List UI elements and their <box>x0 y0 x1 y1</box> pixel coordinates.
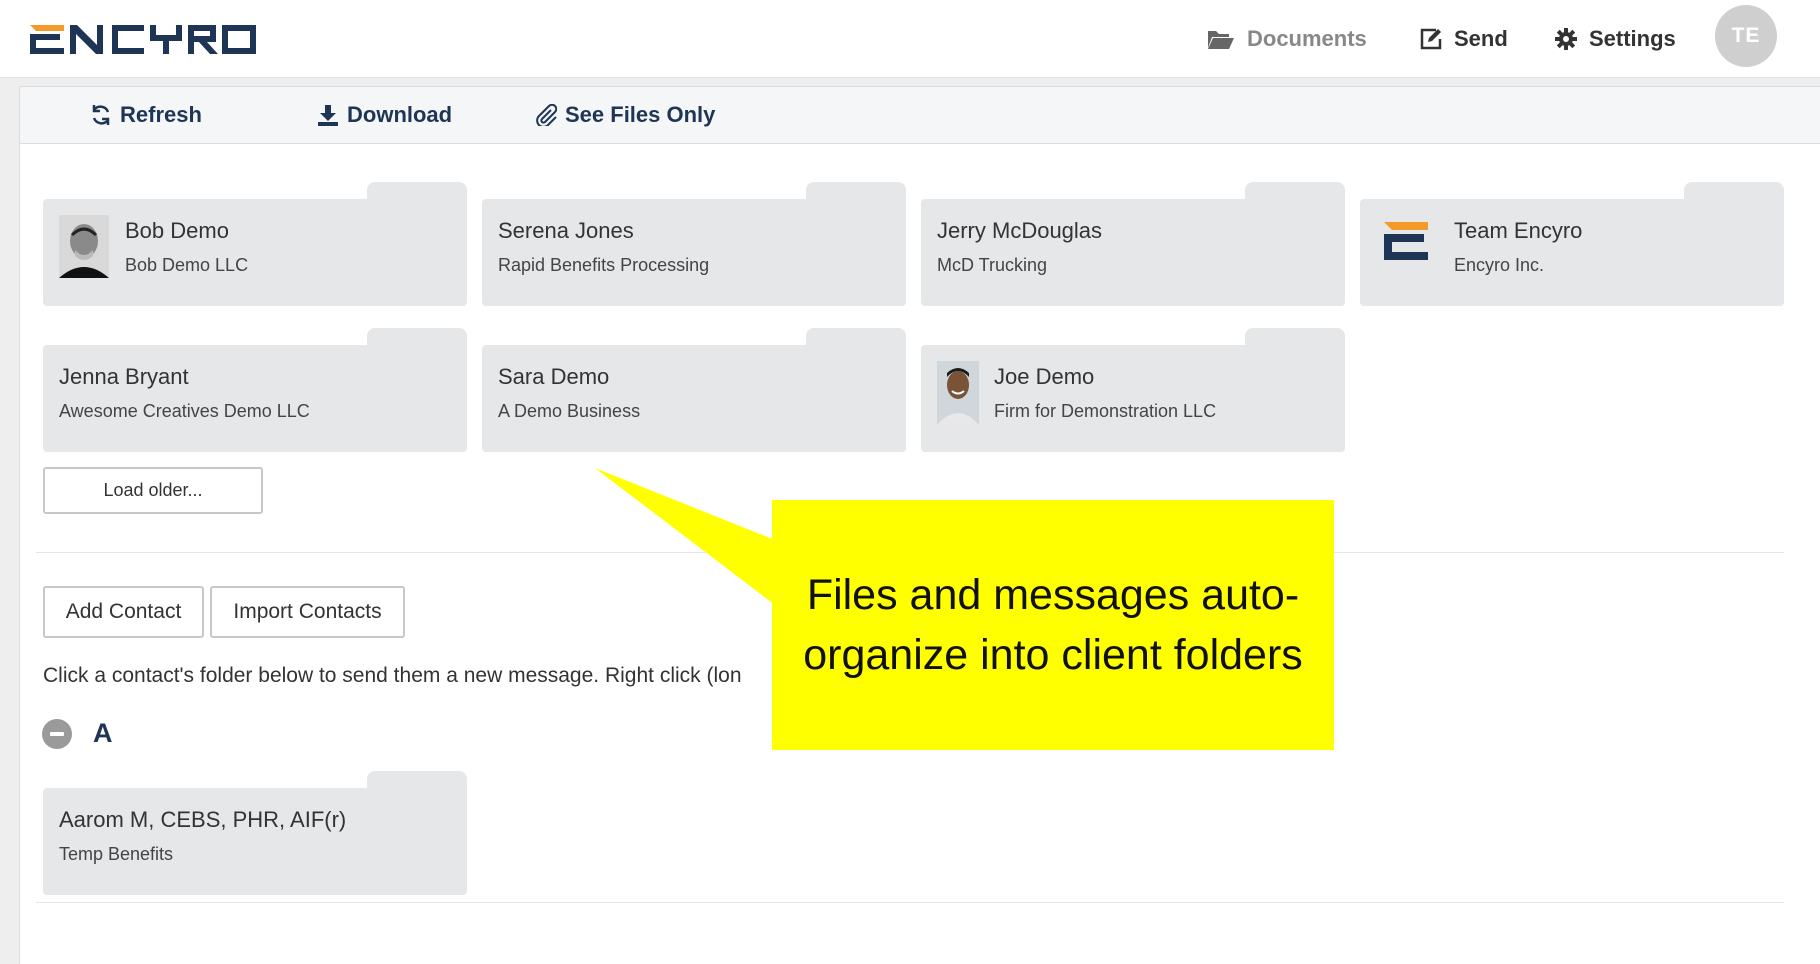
folder-name: Aarom M, CEBS, PHR, AIF(r) <box>59 807 347 832</box>
refresh-icon <box>92 105 110 125</box>
nav-settings[interactable]: Settings <box>1555 0 1676 77</box>
app-header: Documents Send Settings TE <box>0 0 1820 78</box>
annotation-callout: Files and messages auto-organize into cl… <box>772 500 1334 750</box>
folder-name: Jerry McDouglas <box>937 218 1103 243</box>
folder-serena-jones[interactable]: Serena Jones Rapid Benefits Processing <box>482 182 906 306</box>
folder-company: Bob Demo LLC <box>125 255 249 275</box>
add-contact-button[interactable]: Add Contact <box>43 586 204 638</box>
collapse-group-icon[interactable] <box>42 719 72 749</box>
folder-open-icon <box>1208 30 1234 49</box>
divider <box>36 902 1784 903</box>
nav-settings-label: Settings <box>1589 25 1676 51</box>
edit-icon <box>1420 28 1442 49</box>
folder-bob-demo[interactable]: Bob Demo Bob Demo LLC <box>43 182 467 306</box>
gear-icon <box>1555 27 1577 50</box>
load-older-button[interactable]: Load older... <box>43 467 263 514</box>
folder-name: Sara Demo <box>498 364 610 389</box>
paperclip-icon <box>536 104 557 126</box>
folder-jenna-bryant[interactable]: Jenna Bryant Awesome Creatives Demo LLC <box>43 328 467 452</box>
folder-company: Temp Benefits <box>59 844 174 864</box>
nav-send-label: Send <box>1454 25 1508 51</box>
toolbar: Refresh Download See Files Only <box>20 87 1820 144</box>
refresh-label: Refresh <box>120 102 202 127</box>
nav-documents-label: Documents <box>1247 25 1367 51</box>
encyro-e-logo-icon <box>1380 220 1432 272</box>
folder-name: Bob Demo <box>125 218 229 243</box>
folder-company: McD Trucking <box>937 255 1048 275</box>
refresh-button[interactable]: Refresh <box>90 87 202 143</box>
download-label: Download <box>347 102 453 127</box>
folder-company: Awesome Creatives Demo LLC <box>59 401 310 421</box>
nav-send[interactable]: Send <box>1420 0 1508 77</box>
folder-name: Team Encyro <box>1454 218 1583 243</box>
see-files-only-button[interactable]: See Files Only <box>535 87 715 143</box>
download-button[interactable]: Download <box>317 87 452 143</box>
contact-photo <box>59 215 109 278</box>
contacts-help-text: Click a contact's folder below to send t… <box>43 664 742 687</box>
folder-company: Encyro Inc. <box>1454 255 1545 275</box>
folder-team-encyro[interactable]: Team Encyro Encyro Inc. <box>1360 182 1784 306</box>
folder-aarom-m[interactable]: Aarom M, CEBS, PHR, AIF(r) Temp Benefits <box>43 771 467 895</box>
encyro-logo[interactable] <box>28 18 258 60</box>
folder-sara-demo[interactable]: Sara Demo A Demo Business <box>482 328 906 452</box>
nav-documents[interactable]: Documents <box>1207 0 1367 77</box>
folder-jerry-mcdouglas[interactable]: Jerry McDouglas McD Trucking <box>921 182 1345 306</box>
contact-photo <box>937 361 979 425</box>
callout-text: Files and messages auto-organize into cl… <box>803 571 1303 679</box>
import-contacts-button[interactable]: Import Contacts <box>210 586 405 638</box>
folder-joe-demo[interactable]: Joe Demo Firm for Demonstration LLC <box>921 328 1345 452</box>
user-avatar[interactable]: TE <box>1715 5 1777 67</box>
folder-company: A Demo Business <box>498 401 641 421</box>
folder-company: Rapid Benefits Processing <box>498 255 710 275</box>
see-files-only-label: See Files Only <box>565 102 716 127</box>
folder-name: Serena Jones <box>498 218 634 243</box>
group-letter: A <box>93 718 113 748</box>
folder-name: Jenna Bryant <box>59 364 189 389</box>
folder-name: Joe Demo <box>994 364 1095 389</box>
download-icon <box>318 105 338 126</box>
folder-company: Firm for Demonstration LLC <box>994 401 1217 421</box>
